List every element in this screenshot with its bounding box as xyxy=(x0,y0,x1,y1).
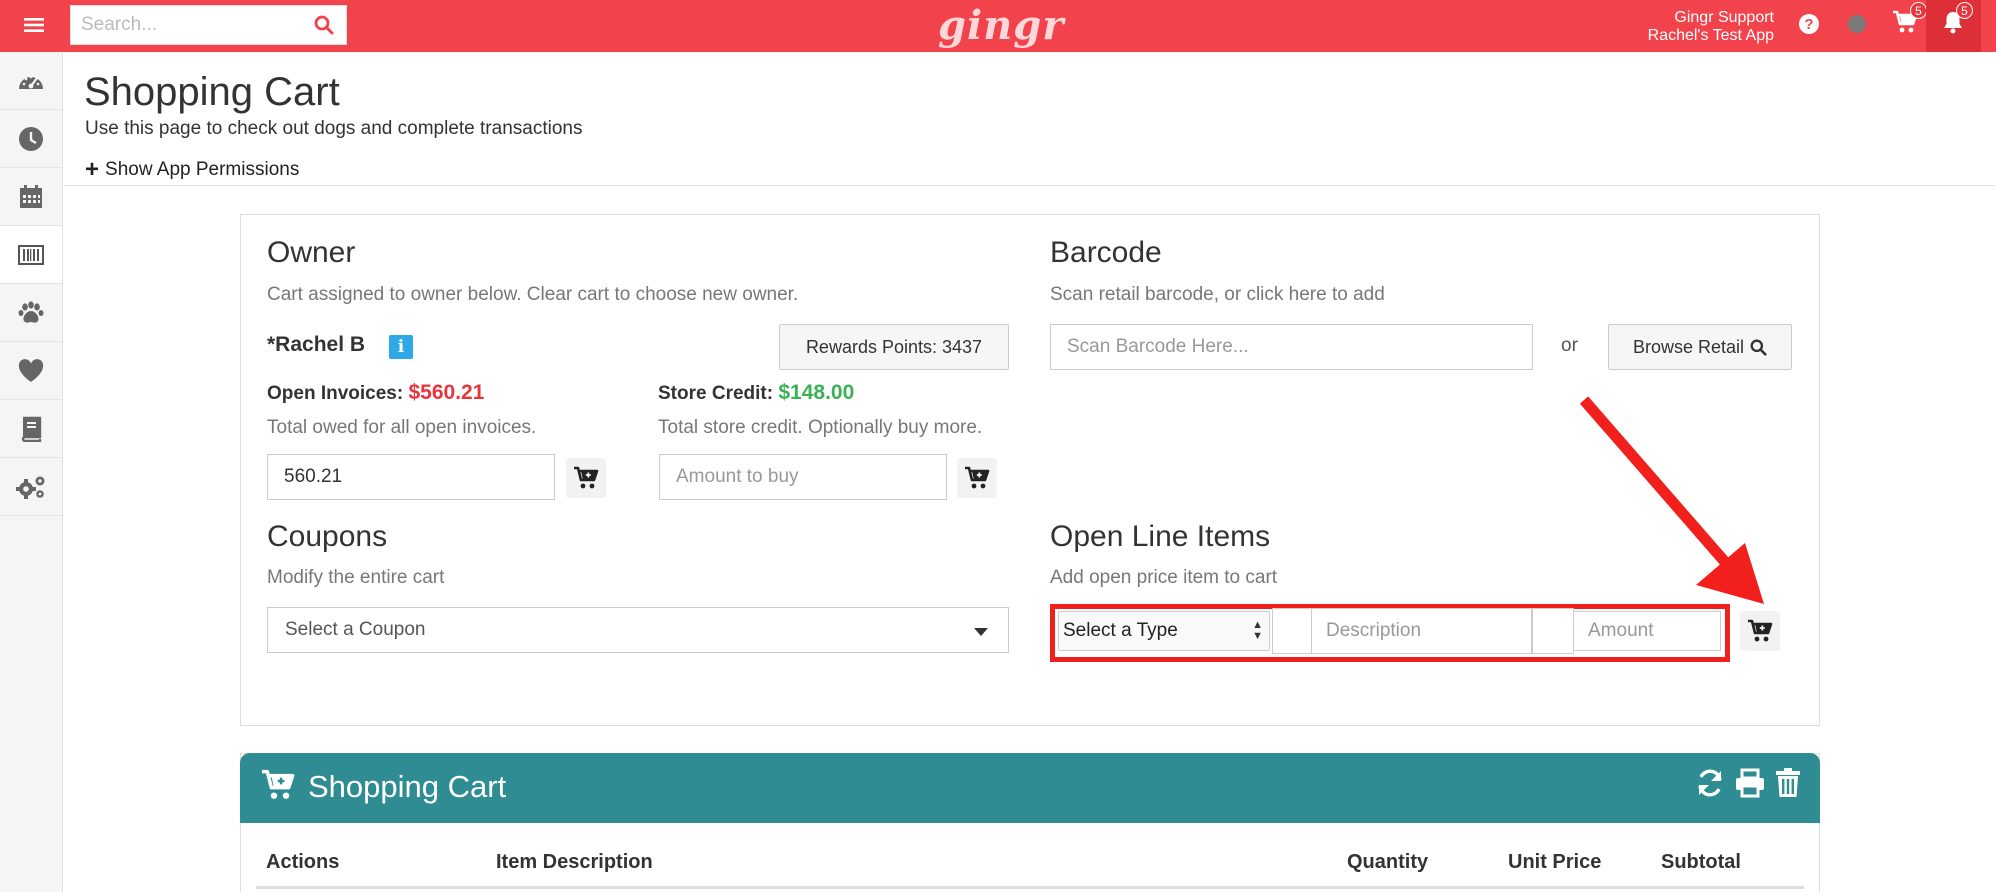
owner-section-subtitle: Cart assigned to owner below. Clear cart… xyxy=(267,284,799,305)
cart-count-badge: 5 xyxy=(1910,2,1927,19)
plus-icon: + xyxy=(85,156,100,183)
sidebar-item-animals[interactable] xyxy=(0,284,62,342)
sidebar-item-calendar[interactable] xyxy=(0,168,62,226)
column-header-unit-price: Unit Price xyxy=(1508,851,1602,873)
store-credit-label: Store Credit: $148.00 xyxy=(658,381,854,405)
rewards-points-button[interactable]: Rewards Points: 3437 xyxy=(779,324,1009,370)
open-invoices-value: $560.21 xyxy=(408,381,485,404)
page-title: Shopping Cart xyxy=(84,70,340,114)
cart-plus-icon xyxy=(574,466,599,489)
column-header-subtotal: Subtotal xyxy=(1661,851,1741,873)
open-invoices-help: Total owed for all open invoices. xyxy=(267,417,537,438)
search-input[interactable] xyxy=(71,6,301,44)
page-subtitle: Use this page to check out dogs and comp… xyxy=(85,118,583,139)
amount-addon-spacer xyxy=(1532,608,1574,654)
open-line-items-section-subtitle: Add open price item to cart xyxy=(1050,567,1278,588)
print-icon[interactable] xyxy=(1734,767,1766,804)
heart-icon xyxy=(18,358,44,382)
gears-icon xyxy=(16,476,45,499)
sidebar xyxy=(0,52,63,892)
open-invoices-label: Open Invoices: $560.21 xyxy=(267,381,484,405)
notification-count-badge: 5 xyxy=(1956,2,1973,19)
svg-text:?: ? xyxy=(1804,16,1813,33)
type-addon-spacer xyxy=(1272,608,1312,654)
cart-plus-icon xyxy=(1748,619,1773,642)
shopping-cart-header: Shopping Cart xyxy=(240,753,1820,823)
user-info[interactable]: Gingr Support Rachel's Test App xyxy=(1648,9,1774,45)
cart-actions xyxy=(1694,767,1802,804)
sidebar-item-history[interactable] xyxy=(0,110,62,168)
barcode-section-title: Barcode xyxy=(1050,236,1162,269)
sidebar-item-reports[interactable] xyxy=(0,400,62,458)
type-select-value: Select a Type xyxy=(1063,620,1178,641)
coupon-select[interactable]: Select a Coupon xyxy=(267,607,1009,653)
coupons-section-title: Coupons xyxy=(267,520,388,553)
chevron-down-icon xyxy=(974,628,988,636)
open-invoices-label-text: Open Invoices: xyxy=(267,383,404,404)
coupon-select-value: Select a Coupon xyxy=(285,619,426,640)
owner-section-title: Owner xyxy=(267,236,356,269)
status-indicator xyxy=(1848,15,1866,33)
top-navbar: gingr Gingr Support Rachel's Test App ? … xyxy=(0,0,1996,52)
add-line-item-cart-button[interactable] xyxy=(1740,611,1780,651)
hamburger-icon xyxy=(24,18,44,32)
select-arrows-icon: ▲ ▼ xyxy=(1252,619,1263,642)
info-icon[interactable]: i xyxy=(389,335,413,359)
barcode-input[interactable]: Scan Barcode Here... xyxy=(1050,324,1533,370)
shopping-cart-title: Shopping Cart xyxy=(308,769,507,804)
store-credit-label-text: Store Credit: xyxy=(658,383,774,404)
cart-plus-icon xyxy=(965,466,990,489)
search-icon[interactable] xyxy=(314,15,334,40)
browse-retail-label: Browse Retail xyxy=(1632,336,1745,357)
show-app-permissions-link[interactable]: + Show App Permissions xyxy=(85,156,300,183)
barcode-section-subtitle[interactable]: Scan retail barcode, or click here to ad… xyxy=(1050,284,1385,306)
sidebar-item-dashboard[interactable] xyxy=(0,52,62,110)
column-header-item-description: Item Description xyxy=(496,851,653,873)
line-item-amount-input[interactable]: Amount xyxy=(1573,611,1721,651)
refresh-icon[interactable] xyxy=(1694,767,1726,804)
column-header-quantity: Quantity xyxy=(1347,851,1429,873)
notifications-button[interactable]: 5 xyxy=(1942,2,1973,39)
cart-button[interactable]: 5 xyxy=(1892,2,1927,39)
help-icon[interactable]: ? xyxy=(1798,13,1820,40)
user-name: Gingr Support xyxy=(1674,9,1774,26)
header-divider xyxy=(64,185,1996,186)
line-item-type-select[interactable]: Select a Type ▲ ▼ xyxy=(1058,611,1270,651)
search-box xyxy=(70,5,347,45)
sidebar-item-pos[interactable] xyxy=(0,226,62,284)
amount-to-buy-input[interactable]: Amount to buy xyxy=(659,454,947,500)
clock-icon xyxy=(19,126,43,151)
trash-icon[interactable] xyxy=(1774,767,1802,804)
book-icon xyxy=(21,416,42,442)
cart-plus-icon xyxy=(260,769,296,806)
table-header-rule xyxy=(256,886,1804,889)
coupons-section-subtitle: Modify the entire cart xyxy=(267,567,445,588)
search-icon xyxy=(1750,339,1767,356)
barcode-icon xyxy=(18,244,44,265)
paw-icon xyxy=(18,300,44,323)
dashboard-icon xyxy=(19,75,43,89)
permissions-link-label: Show App Permissions xyxy=(105,159,300,180)
line-item-description-input[interactable]: Description xyxy=(1311,608,1532,654)
calendar-icon xyxy=(20,184,42,208)
hamburger-menu-button[interactable] xyxy=(16,8,52,42)
owner-name[interactable]: *Rachel B xyxy=(267,333,365,357)
sidebar-item-settings[interactable] xyxy=(0,458,62,516)
pay-invoices-cart-button[interactable] xyxy=(566,458,606,498)
column-header-actions: Actions xyxy=(266,851,340,873)
browse-retail-button[interactable]: Browse Retail xyxy=(1608,324,1792,370)
invoice-amount-input[interactable]: 560.21 xyxy=(267,454,555,500)
store-credit-help: Total store credit. Optionally buy more. xyxy=(658,417,983,438)
store-credit-value: $148.00 xyxy=(778,381,855,404)
or-text: or xyxy=(1561,335,1578,356)
gingr-logo: gingr xyxy=(938,2,1065,49)
sidebar-item-favorites[interactable] xyxy=(0,342,62,400)
open-line-items-section-title: Open Line Items xyxy=(1050,520,1271,553)
buy-store-credit-cart-button[interactable] xyxy=(957,458,997,498)
app-name: Rachel's Test App xyxy=(1647,27,1774,44)
